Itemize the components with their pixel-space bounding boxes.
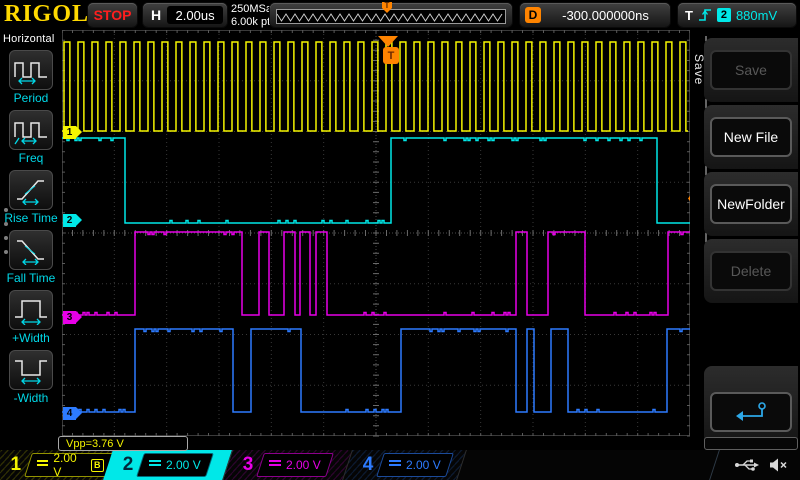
channel2-number: 2 bbox=[122, 454, 134, 475]
trigger-position-marker[interactable]: T bbox=[378, 36, 399, 66]
minus-width-icon bbox=[12, 355, 50, 385]
channel3-position-tag[interactable]: 3 bbox=[63, 310, 82, 324]
speaker-muted-icon bbox=[769, 457, 788, 473]
return-arrow-icon bbox=[729, 400, 773, 424]
trigger-label: T bbox=[685, 7, 693, 23]
softkey-block: Delete bbox=[704, 239, 798, 303]
menu-footer-box bbox=[704, 437, 798, 450]
softkey-block bbox=[704, 366, 798, 444]
trigger-level-value: 880mV bbox=[735, 7, 778, 23]
channel2-position-tag[interactable]: 2 bbox=[63, 213, 82, 227]
graticule-and-traces bbox=[62, 30, 690, 437]
usb-icon bbox=[734, 457, 760, 473]
top-bar: RIGOL STOP H 2.00us 250MSa/s 6.00k pts T… bbox=[0, 0, 800, 30]
channel1-position-tag[interactable]: 1 bbox=[63, 125, 82, 139]
channel4-number: 4 bbox=[362, 454, 374, 475]
right-softkey-menu: Save Save New File NewFolder Delete bbox=[690, 30, 800, 450]
delete-button[interactable]: Delete bbox=[710, 251, 792, 291]
back-button[interactable] bbox=[710, 392, 792, 432]
preview-waveform bbox=[277, 13, 503, 22]
softkey-block: Save bbox=[704, 38, 798, 102]
waveform-preview-strip: T bbox=[270, 2, 512, 27]
measure-item-freq[interactable]: Freq bbox=[0, 110, 62, 165]
measure-menu-title: Horizontal bbox=[3, 33, 55, 45]
trigger-box[interactable]: T 2 880mV bbox=[678, 3, 796, 27]
waveform-display: 1 2 3 4 T T bbox=[62, 30, 703, 437]
measure-item-plus-width[interactable]: +Width bbox=[0, 290, 62, 345]
horizontal-timebase-box[interactable]: H 2.00us bbox=[143, 3, 227, 27]
channel3-status[interactable]: 3 2.00 V bbox=[223, 450, 353, 480]
channel1-status[interactable]: 1 2.00 V B bbox=[0, 450, 116, 480]
new-folder-button[interactable]: NewFolder bbox=[710, 184, 792, 224]
bandwidth-limit-badge: B bbox=[90, 458, 103, 472]
channel1-number: 1 bbox=[10, 454, 22, 475]
rising-edge-icon bbox=[698, 7, 712, 23]
measure-item-fall-time[interactable]: Fall Time bbox=[0, 230, 62, 285]
dc-coupling-icon bbox=[149, 459, 161, 471]
rise-time-icon bbox=[12, 175, 50, 205]
dc-coupling-icon bbox=[389, 459, 401, 471]
channel3-number: 3 bbox=[242, 454, 254, 475]
rigol-logo: RIGOL bbox=[4, 1, 90, 27]
channel4-position-tag[interactable]: 4 bbox=[63, 406, 82, 420]
measurement-result-box: Vpp=3.76 V bbox=[58, 436, 188, 451]
delay-box[interactable]: D -300.000000ns bbox=[520, 3, 670, 27]
measure-item-rise-time[interactable]: Rise Time bbox=[0, 170, 62, 225]
system-status-icons bbox=[700, 448, 800, 480]
oscilloscope-screen: RIGOL STOP H 2.00us 250MSa/s 6.00k pts T… bbox=[0, 0, 800, 480]
dc-coupling-icon bbox=[269, 459, 281, 471]
trigger-position-arrow-icon bbox=[378, 36, 398, 47]
channel2-status[interactable]: 2 2.00 V bbox=[103, 450, 233, 480]
measure-item-minus-width[interactable]: -Width bbox=[0, 350, 62, 405]
channel1-scale-box: 2.00 V B bbox=[23, 451, 116, 479]
new-file-button[interactable]: New File bbox=[710, 117, 792, 157]
plus-width-icon bbox=[12, 295, 50, 325]
delay-value: -300.000000ns bbox=[562, 7, 649, 23]
menu-scroll-dots bbox=[4, 198, 8, 264]
channel-status-bar: 1 2.00 V B 2 2.00 V 3 2.00 V 4 2.00 V bbox=[0, 448, 800, 480]
dc-coupling-icon bbox=[36, 459, 48, 471]
fall-time-icon bbox=[12, 235, 50, 265]
preview-window bbox=[276, 9, 506, 24]
save-button[interactable]: Save bbox=[710, 50, 792, 90]
softkey-block: NewFolder bbox=[704, 172, 798, 236]
timebase-value: 2.00us bbox=[167, 6, 223, 24]
measure-item-period[interactable]: Period bbox=[0, 50, 62, 105]
channel2-scale-box: 2.00 V bbox=[136, 453, 214, 477]
freq-icon bbox=[12, 115, 50, 145]
softkey-block: New File bbox=[704, 105, 798, 169]
channel4-scale-box: 2.00 V bbox=[376, 453, 454, 477]
delay-label: D bbox=[525, 7, 541, 23]
left-measure-menu: Horizontal Period Freq Rise Time Fall Ti… bbox=[0, 30, 62, 450]
period-icon bbox=[12, 55, 50, 85]
run-state-button[interactable]: STOP bbox=[88, 3, 137, 27]
trigger-source-badge: 2 bbox=[716, 8, 731, 22]
channel4-status[interactable]: 4 2.00 V bbox=[343, 450, 467, 480]
horizontal-label: H bbox=[151, 7, 162, 23]
channel3-scale-box: 2.00 V bbox=[256, 453, 334, 477]
